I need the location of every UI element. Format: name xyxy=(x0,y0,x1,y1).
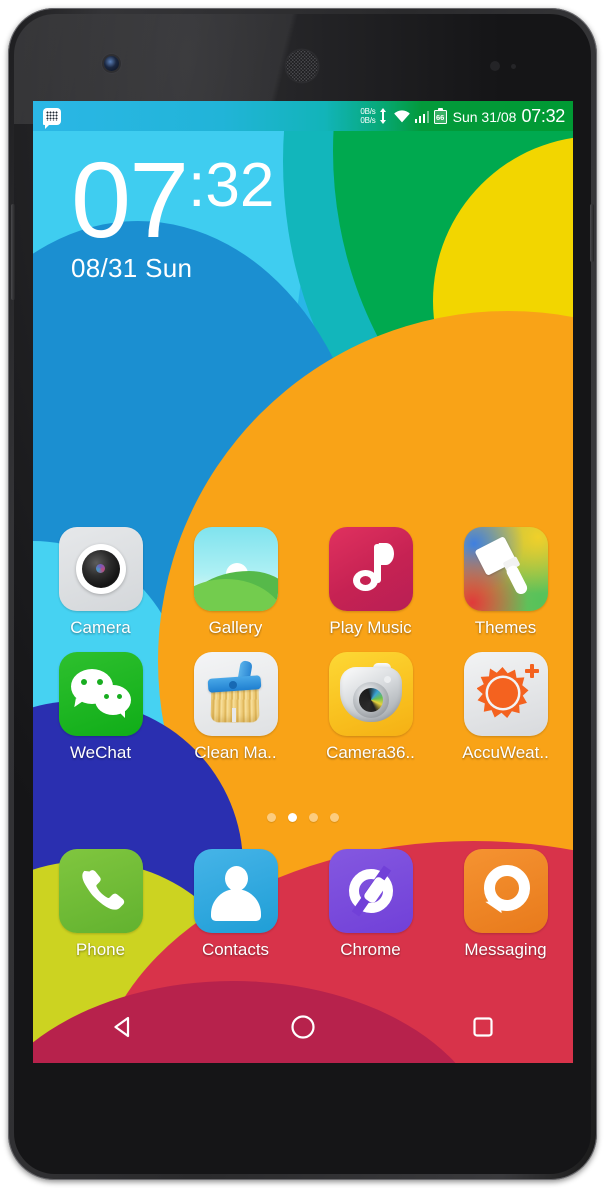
navigation-bar xyxy=(33,991,573,1063)
cellular-signal-icon xyxy=(414,110,430,123)
clean-master-icon[interactable] xyxy=(193,652,278,736)
accuweather-icon[interactable] xyxy=(463,652,548,736)
app-label-themes: Themes xyxy=(474,618,537,637)
app-label-camera: Camera xyxy=(70,618,131,637)
clock-hour: 07 xyxy=(71,139,189,260)
app-messaging[interactable]: Messaging xyxy=(438,843,573,960)
battery-level-text: 66 xyxy=(435,113,445,122)
clock-minute: :32 xyxy=(188,151,275,220)
wifi-icon xyxy=(393,109,411,123)
earpiece-speaker-icon xyxy=(286,50,318,82)
themes-icon[interactable] xyxy=(463,527,548,611)
camera-icon[interactable] xyxy=(58,527,143,611)
page-indicator xyxy=(33,813,573,822)
contacts-icon[interactable] xyxy=(193,849,278,933)
phone-handset-glyph xyxy=(81,870,124,910)
messaging-icon[interactable] xyxy=(463,849,548,933)
home-button[interactable] xyxy=(268,1003,338,1051)
app-row-2: WeChat Clean Ma.. Camera36.. AccuWeat.. xyxy=(33,646,573,763)
bottom-bezel xyxy=(33,1063,573,1163)
app-label-wechat: WeChat xyxy=(69,743,132,762)
bbm-notification-icon xyxy=(43,107,61,129)
status-bar-datetime: Sun 31/08 07:32 xyxy=(452,105,566,127)
back-button[interactable] xyxy=(88,1003,158,1051)
app-phone[interactable]: Phone xyxy=(33,843,168,960)
app-accuweather[interactable]: AccuWeat.. xyxy=(438,646,573,763)
page-dot-4[interactable] xyxy=(330,813,339,822)
home-circle-icon xyxy=(291,1015,315,1039)
status-bar-right-cluster: 0B/s 0B/s 66 Sun 31/08 07:32 xyxy=(360,106,565,127)
app-contacts[interactable]: Contacts xyxy=(168,843,303,960)
app-label-camera360: Camera36.. xyxy=(326,743,415,762)
phone-screen: 0B/s 0B/s 66 Sun 31/08 07:32 07:32 08/3… xyxy=(33,101,573,1063)
app-label-chrome: Chrome xyxy=(340,940,401,959)
app-chrome[interactable]: Chrome xyxy=(303,843,438,960)
app-play-music[interactable]: Play Music xyxy=(303,521,438,638)
phone-icon[interactable] xyxy=(58,849,143,933)
app-clean-master[interactable]: Clean Ma.. xyxy=(168,646,303,763)
battery-icon: 66 xyxy=(433,108,447,124)
app-gallery[interactable]: Gallery xyxy=(168,521,303,638)
page-dot-2[interactable] xyxy=(288,813,297,822)
app-label-clean-master: Clean Ma.. xyxy=(194,743,277,762)
app-wechat[interactable]: WeChat xyxy=(33,646,168,763)
app-label-play-music: Play Music xyxy=(329,618,412,637)
clock-widget[interactable]: 07 :32 08/31 Sun xyxy=(71,139,275,284)
app-grid: Camera Gallery Play Music Themes WeChat … xyxy=(33,521,573,763)
back-triangle-icon xyxy=(114,1016,130,1038)
front-camera xyxy=(104,56,119,71)
status-bar-time: 07:32 xyxy=(521,105,565,126)
dock: Phone Contacts Chrome Messaging xyxy=(33,843,573,960)
app-label-contacts: Contacts xyxy=(201,940,270,959)
gallery-icon[interactable] xyxy=(193,527,278,611)
recents-button[interactable] xyxy=(448,1003,518,1051)
net-speed-up: 0B/s xyxy=(360,107,376,116)
power-button[interactable] xyxy=(590,204,594,262)
recents-square-icon xyxy=(473,1017,493,1037)
app-label-accuweather: AccuWeat.. xyxy=(462,743,549,762)
page-dot-3[interactable] xyxy=(309,813,318,822)
app-camera360[interactable]: Camera36.. xyxy=(303,646,438,763)
app-themes[interactable]: Themes xyxy=(438,521,573,638)
network-speed-indicator: 0B/s 0B/s xyxy=(360,107,375,125)
chrome-icon[interactable] xyxy=(328,849,413,933)
light-sensor xyxy=(511,64,516,69)
app-label-messaging: Messaging xyxy=(464,940,547,959)
camera360-icon[interactable] xyxy=(328,652,413,736)
status-bar[interactable]: 0B/s 0B/s 66 Sun 31/08 07:32 xyxy=(33,101,573,131)
dock-row: Phone Contacts Chrome Messaging xyxy=(33,843,573,960)
wechat-icon[interactable] xyxy=(58,652,143,736)
play-music-icon[interactable] xyxy=(328,527,413,611)
app-label-phone: Phone xyxy=(75,940,126,959)
app-label-gallery: Gallery xyxy=(208,618,263,637)
up-down-arrows-icon xyxy=(379,107,389,125)
volume-rocker-button[interactable] xyxy=(11,204,15,300)
status-bar-date: Sun 31/08 xyxy=(452,108,517,125)
phone-device: 0B/s 0B/s 66 Sun 31/08 07:32 07:32 08/3… xyxy=(8,8,597,1180)
app-camera[interactable]: Camera xyxy=(33,521,168,638)
clock-time-row: 07 :32 xyxy=(71,139,275,260)
app-row-1: Camera Gallery Play Music Themes xyxy=(33,521,573,638)
net-speed-down: 0B/s xyxy=(360,116,376,125)
proximity-sensor xyxy=(490,61,500,71)
page-dot-1[interactable] xyxy=(267,813,276,822)
clock-date: 08/31 Sun xyxy=(71,253,193,283)
